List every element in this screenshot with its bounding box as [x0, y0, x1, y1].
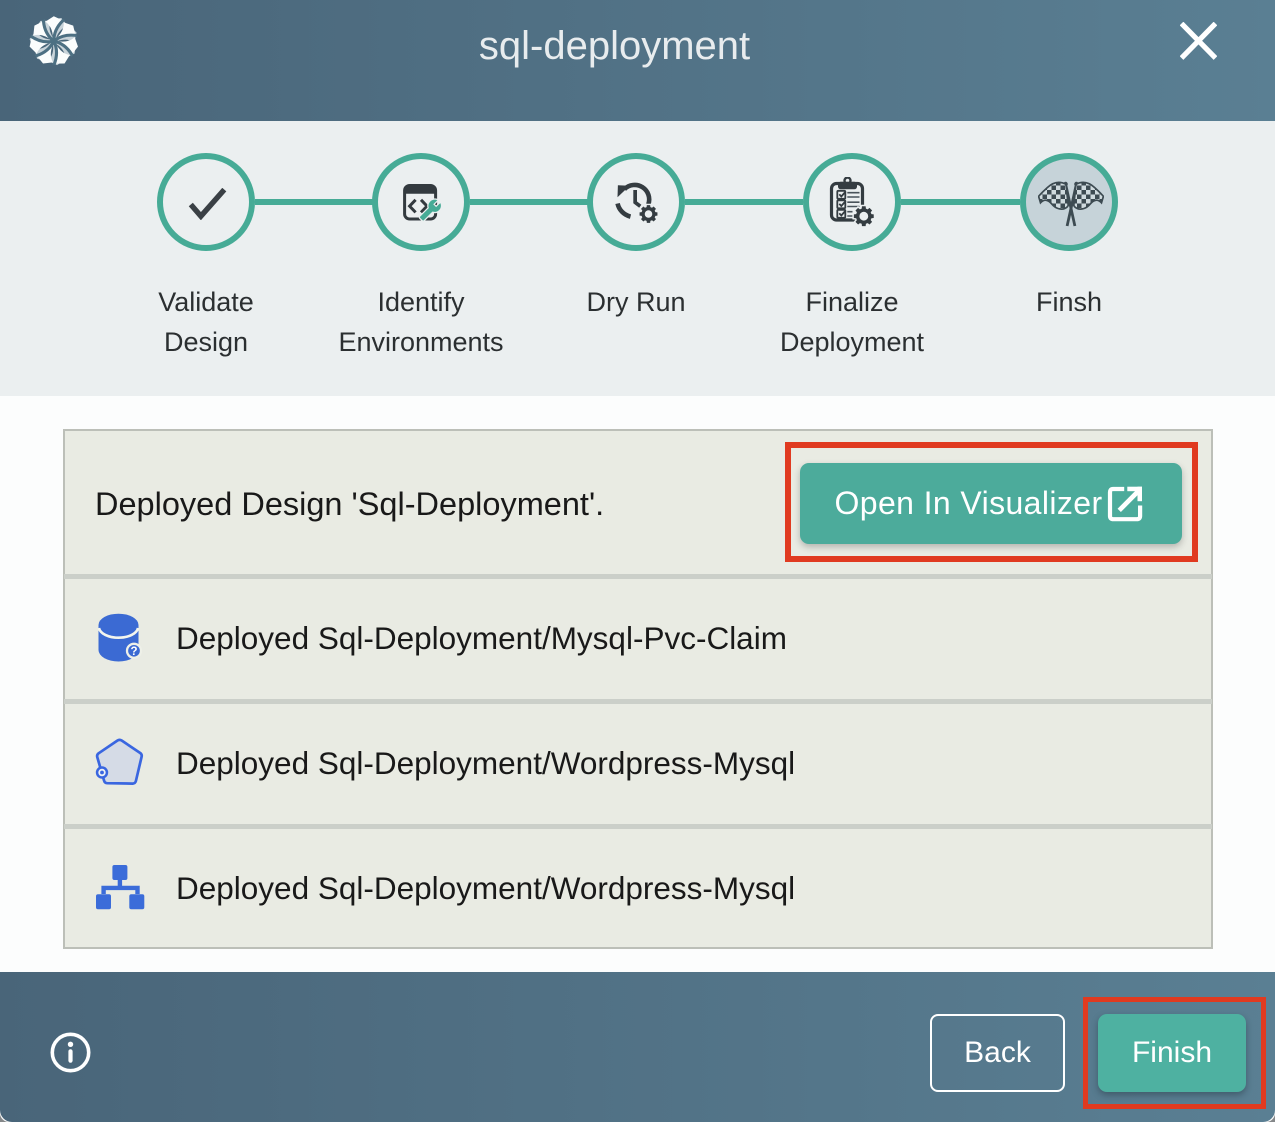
svg-text:?: ? — [130, 646, 137, 658]
